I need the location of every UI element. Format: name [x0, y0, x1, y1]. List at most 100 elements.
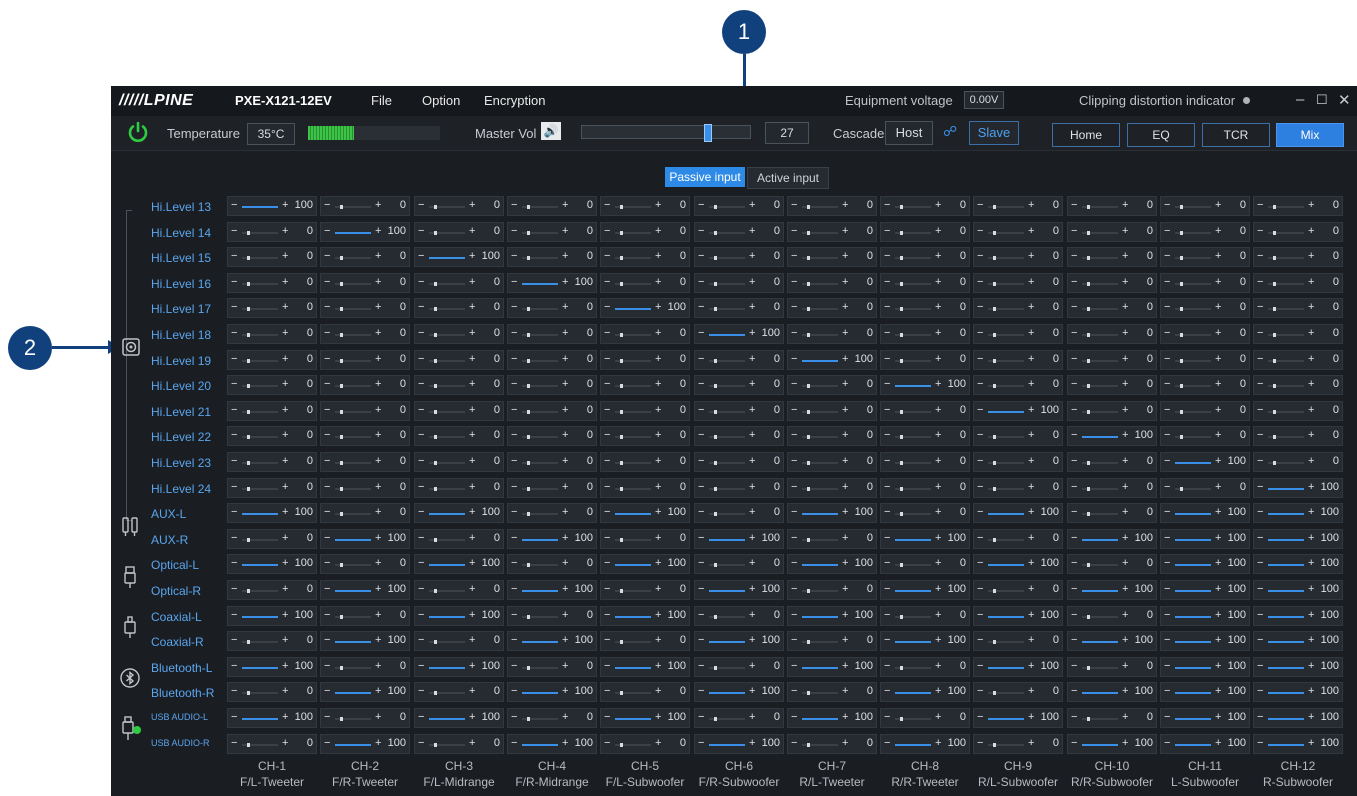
- level-slider[interactable]: [335, 435, 371, 439]
- decrease-button[interactable]: −: [418, 404, 424, 416]
- decrease-button[interactable]: −: [1257, 276, 1263, 288]
- mix-cell[interactable]: − +0: [414, 375, 504, 395]
- increase-button[interactable]: +: [562, 404, 568, 416]
- increase-button[interactable]: +: [1122, 353, 1128, 365]
- mix-cell[interactable]: − +100: [1067, 580, 1157, 600]
- increase-button[interactable]: +: [935, 301, 941, 313]
- level-slider[interactable]: [1175, 692, 1211, 694]
- level-slider[interactable]: [429, 667, 465, 669]
- level-slider[interactable]: [615, 256, 651, 260]
- level-slider-knob[interactable]: [1180, 231, 1183, 235]
- level-slider-knob[interactable]: [620, 359, 623, 363]
- decrease-button[interactable]: −: [977, 250, 983, 262]
- level-slider[interactable]: [1082, 256, 1118, 260]
- decrease-button[interactable]: −: [1257, 404, 1263, 416]
- mix-cell[interactable]: − +100: [1160, 554, 1250, 574]
- mix-cell[interactable]: − +0: [694, 247, 784, 267]
- level-slider-knob[interactable]: [527, 666, 530, 670]
- increase-button[interactable]: +: [375, 737, 381, 749]
- level-slider-knob[interactable]: [714, 512, 717, 516]
- increase-button[interactable]: +: [562, 276, 568, 288]
- decrease-button[interactable]: −: [884, 557, 890, 569]
- decrease-button[interactable]: −: [324, 327, 330, 339]
- increase-button[interactable]: +: [375, 557, 381, 569]
- mix-cell[interactable]: − +0: [880, 401, 970, 421]
- increase-button[interactable]: +: [749, 199, 755, 211]
- mix-cell[interactable]: − +0: [507, 324, 597, 344]
- mix-cell[interactable]: − +0: [1067, 375, 1157, 395]
- increase-button[interactable]: +: [1122, 199, 1128, 211]
- mix-cell[interactable]: − +0: [507, 452, 597, 472]
- decrease-button[interactable]: −: [698, 481, 704, 493]
- decrease-button[interactable]: −: [511, 301, 517, 313]
- level-slider[interactable]: [335, 666, 371, 670]
- level-slider[interactable]: [1175, 205, 1211, 209]
- increase-button[interactable]: +: [1122, 634, 1128, 646]
- mix-cell[interactable]: − +0: [320, 375, 410, 395]
- level-slider[interactable]: [522, 590, 558, 592]
- level-slider-knob[interactable]: [900, 666, 903, 670]
- mix-cell[interactable]: − +0: [1067, 503, 1157, 523]
- level-slider[interactable]: [522, 744, 558, 746]
- increase-button[interactable]: +: [469, 506, 475, 518]
- increase-button[interactable]: +: [1308, 429, 1314, 441]
- decrease-button[interactable]: −: [698, 609, 704, 621]
- increase-button[interactable]: +: [562, 737, 568, 749]
- decrease-button[interactable]: −: [698, 327, 704, 339]
- level-slider-knob[interactable]: [434, 307, 437, 311]
- level-slider[interactable]: [1175, 282, 1211, 286]
- mix-cell[interactable]: − +0: [973, 682, 1063, 702]
- level-slider[interactable]: [335, 717, 371, 721]
- decrease-button[interactable]: −: [418, 225, 424, 237]
- increase-button[interactable]: +: [1122, 327, 1128, 339]
- increase-button[interactable]: +: [1308, 404, 1314, 416]
- level-slider[interactable]: [988, 667, 1024, 669]
- level-slider-knob[interactable]: [714, 231, 717, 235]
- increase-button[interactable]: +: [842, 583, 848, 595]
- decrease-button[interactable]: −: [324, 481, 330, 493]
- increase-button[interactable]: +: [375, 429, 381, 441]
- decrease-button[interactable]: −: [231, 455, 237, 467]
- level-slider[interactable]: [522, 717, 558, 721]
- level-slider-knob[interactable]: [993, 359, 996, 363]
- increase-button[interactable]: +: [1308, 506, 1314, 518]
- mix-cell[interactable]: − +100: [600, 657, 690, 677]
- decrease-button[interactable]: −: [511, 685, 517, 697]
- decrease-button[interactable]: −: [1071, 634, 1077, 646]
- increase-button[interactable]: +: [749, 404, 755, 416]
- level-slider[interactable]: [1082, 512, 1118, 516]
- level-slider[interactable]: [522, 435, 558, 439]
- level-slider[interactable]: [429, 513, 465, 515]
- level-slider-knob[interactable]: [247, 538, 250, 542]
- level-slider[interactable]: [988, 205, 1024, 209]
- mix-cell[interactable]: − +0: [507, 708, 597, 728]
- mix-cell[interactable]: − +0: [1160, 426, 1250, 446]
- level-slider[interactable]: [1268, 435, 1304, 439]
- mix-cell[interactable]: − +0: [787, 452, 877, 472]
- mix-cell[interactable]: − +0: [227, 247, 317, 267]
- mix-cell[interactable]: − +100: [880, 529, 970, 549]
- mix-cell[interactable]: − +0: [1067, 247, 1157, 267]
- increase-button[interactable]: +: [842, 404, 848, 416]
- level-slider[interactable]: [1268, 384, 1304, 388]
- level-slider[interactable]: [615, 461, 651, 465]
- decrease-button[interactable]: −: [884, 404, 890, 416]
- decrease-button[interactable]: −: [324, 429, 330, 441]
- mix-cell[interactable]: − +100: [1160, 503, 1250, 523]
- increase-button[interactable]: +: [1122, 455, 1128, 467]
- mix-cell[interactable]: − +0: [227, 580, 317, 600]
- host-button[interactable]: Host: [885, 121, 933, 145]
- increase-button[interactable]: +: [1122, 301, 1128, 313]
- level-slider-knob[interactable]: [1273, 435, 1276, 439]
- decrease-button[interactable]: −: [1257, 481, 1263, 493]
- level-slider-knob[interactable]: [1087, 512, 1090, 516]
- level-slider-knob[interactable]: [807, 307, 810, 311]
- mix-cell[interactable]: − +100: [973, 503, 1063, 523]
- level-slider[interactable]: [1268, 641, 1304, 643]
- mix-cell[interactable]: − +0: [880, 350, 970, 370]
- increase-button[interactable]: +: [1308, 455, 1314, 467]
- decrease-button[interactable]: −: [698, 455, 704, 467]
- increase-button[interactable]: +: [655, 685, 661, 697]
- decrease-button[interactable]: −: [698, 506, 704, 518]
- level-slider-knob[interactable]: [527, 435, 530, 439]
